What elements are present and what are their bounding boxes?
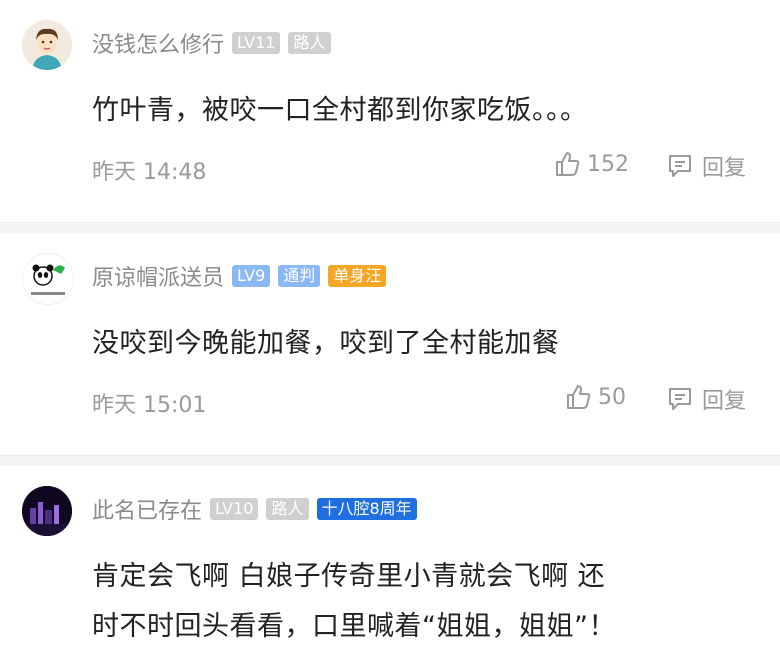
anniversary-badge: 十八腔8周年 <box>316 498 417 520</box>
user-row: 原谅帽派送员 LV9 通判 单身汪 <box>92 260 387 292</box>
title-badge: 通判 <box>278 265 321 287</box>
avatar-illustration <box>22 20 72 70</box>
reply-label: 回复 <box>702 156 747 181</box>
username[interactable]: 没钱怎么修行 <box>92 27 224 59</box>
comment-bubble-icon <box>669 155 691 177</box>
comment-item: 没钱怎么修行 LV11 路人 竹叶青，被咬一口全村都到你家吃饭。。。 昨天 14… <box>0 0 780 222</box>
avatar[interactable] <box>22 486 72 536</box>
reply-button[interactable]: 回复 <box>666 150 746 182</box>
comment-bubble-icon <box>669 388 691 410</box>
like-button[interactable]: 50 <box>564 383 626 411</box>
user-row: 没钱怎么修行 LV11 路人 <box>92 28 331 58</box>
thumbs-up-icon <box>556 152 580 176</box>
divider <box>0 455 780 466</box>
comment-text: 竹叶青，被咬一口全村都到你家吃饭。。。 <box>92 95 588 126</box>
reply-label: 回复 <box>702 389 747 414</box>
title-badge: 路人 <box>266 498 309 520</box>
level-badge: LV10 <box>210 498 259 520</box>
comment-item: 原谅帽派送员 LV9 通判 单身汪 没咬到今晚能加餐，咬到了全村能加餐 昨天 1… <box>0 233 780 455</box>
comment-item: 此名已存在 LV10 路人 十八腔8周年 肯定会飞啊 白娘子传奇里小青就会飞啊 … <box>0 466 780 661</box>
avatar-illustration <box>22 486 72 536</box>
avatar-illustration <box>23 254 73 304</box>
comment-text-line: 时不时回头看看，口里喊着“姐姐，姐姐”！ <box>92 611 616 642</box>
like-count: 152 <box>587 151 629 177</box>
level-badge: LV9 <box>232 265 271 287</box>
like-button[interactable]: 152 <box>553 150 629 178</box>
thumbs-up-icon <box>567 385 591 409</box>
like-count: 50 <box>598 384 626 410</box>
username[interactable]: 此名已存在 <box>92 493 202 525</box>
custom-badge: 单身汪 <box>328 265 387 287</box>
reply-button[interactable]: 回复 <box>666 383 746 415</box>
user-row: 此名已存在 LV10 路人 十八腔8周年 <box>92 494 417 524</box>
level-badge: LV11 <box>232 32 281 54</box>
avatar[interactable] <box>22 20 72 70</box>
comment-text: 没咬到今晚能加餐，咬到了全村能加餐 <box>92 328 560 359</box>
divider <box>0 222 780 233</box>
timestamp: 昨天 14:48 <box>92 160 207 185</box>
timestamp: 昨天 15:01 <box>92 393 207 418</box>
title-badge: 路人 <box>288 32 331 54</box>
username[interactable]: 原谅帽派送员 <box>92 260 224 292</box>
comment-text-line: 肯定会飞啊 白娘子传奇里小青就会飞啊 还 <box>92 561 606 592</box>
avatar[interactable] <box>22 253 74 305</box>
